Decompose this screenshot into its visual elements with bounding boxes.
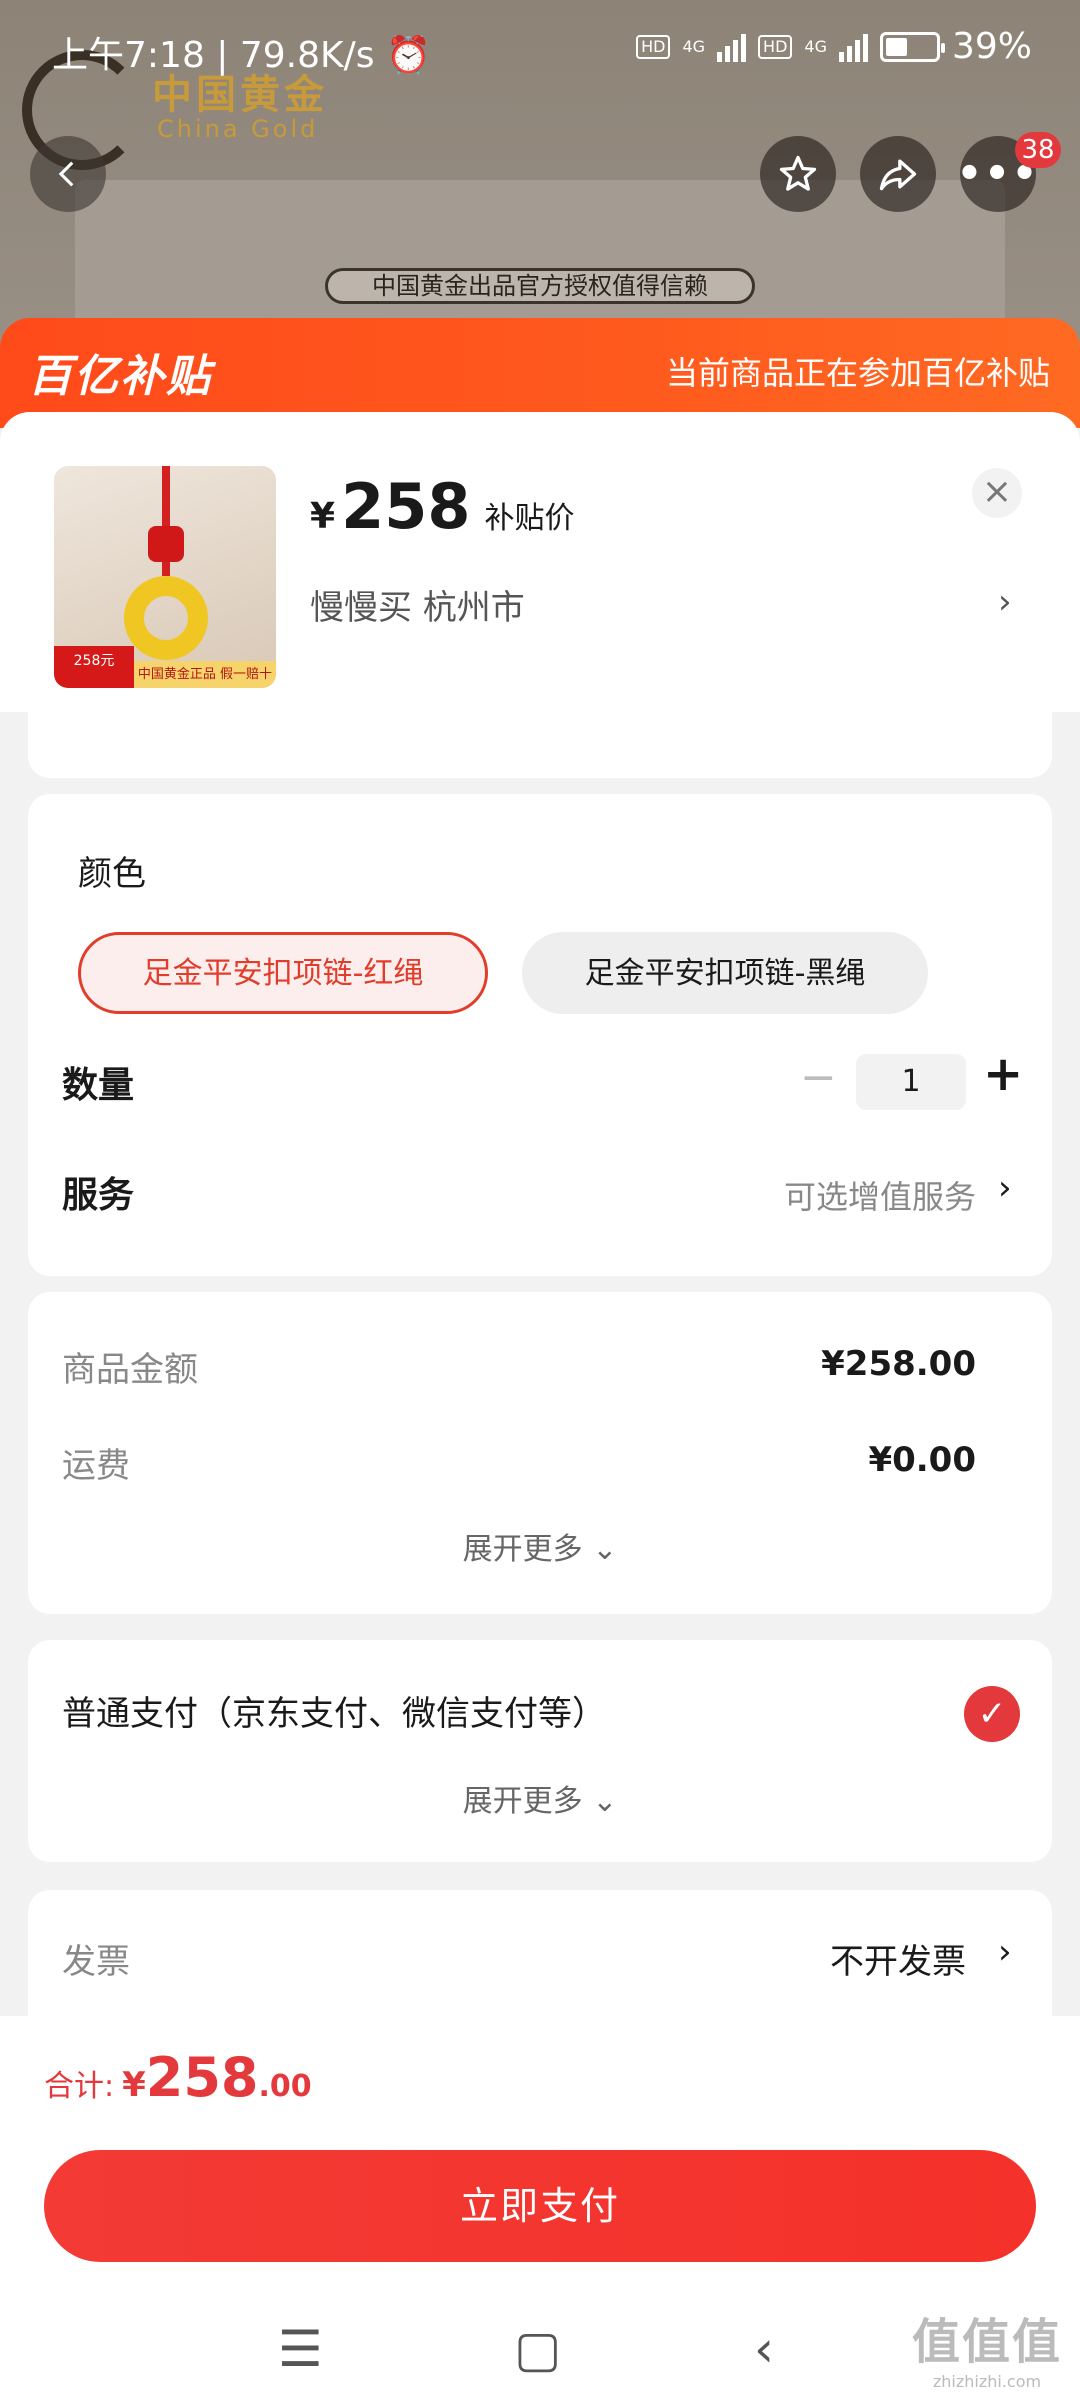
quantity-increase-button[interactable]: + (983, 1046, 1023, 1102)
price-value: 258 (341, 470, 471, 543)
chevron-down-icon: ⌄ (592, 1532, 618, 1567)
color-option-red-rope[interactable]: 足金平安扣项链-红绳 (78, 932, 488, 1014)
total-label: 合计: (44, 2069, 115, 2104)
total-row: 合计: ¥ 258 .00 (44, 2046, 312, 2109)
authorization-banner: 中国黄金出品官方授权值得信赖 (325, 268, 755, 304)
service-label: 服务 (62, 1175, 135, 1216)
battery-icon (879, 31, 945, 62)
alarm-icon: ⏰ (385, 35, 431, 76)
battery-level (885, 37, 907, 56)
goods-amount-label: 商品金额 (62, 1350, 198, 1390)
chevron-down-icon: ⌄ (592, 1784, 618, 1819)
hd-icon-2: HD (758, 34, 793, 59)
quantity-label: 数量 (62, 1065, 135, 1106)
check-icon[interactable]: ✓ (964, 1686, 1020, 1742)
chevron-right-icon[interactable]: › (998, 1168, 1012, 1208)
battery-percent: 39% (951, 26, 1032, 67)
invoice-label: 发票 (62, 1942, 130, 1982)
subsidy-notice: 当前商品正在参加百亿补贴 (665, 354, 1050, 392)
header-card-bottom (28, 712, 1052, 778)
payment-card: 普通支付（京东支付、微信支付等） ✓ 展开更多 ⌄ (28, 1640, 1052, 1862)
home-square-icon[interactable]: ▢ (514, 2320, 561, 2378)
close-button[interactable]: × (972, 468, 1022, 518)
network-type: 4G (682, 37, 706, 56)
spec-card: 颜色 足金平安扣项链-红绳 足金平安扣项链-黑绳 数量 − 1 + 服务 可选增… (28, 794, 1052, 1276)
signal-icon-2 (838, 32, 868, 62)
chevron-right-icon[interactable]: › (998, 582, 1012, 622)
payment-method-label[interactable]: 普通支付（京东支付、微信支付等） (62, 1686, 606, 1735)
back-button[interactable] (30, 136, 106, 212)
pay-now-button[interactable]: 立即支付 (44, 2150, 1036, 2262)
shipping-value: ¥0.00 (868, 1440, 976, 1480)
color-title: 颜色 (78, 854, 146, 894)
status-bar: 上午7:18 | 79.8K/s ⏰ HD 4G HD 4G 39% (0, 0, 1080, 100)
shipping-label: 运费 (62, 1446, 130, 1486)
product-header: 258元 中国黄金正品 假一赔十 ¥ 258 补贴价 × 慢慢买 杭州市 › (0, 412, 1080, 712)
amount-card: 商品金额 ¥258.00 运费 ¥0.00 展开更多 ⌄ (28, 1292, 1052, 1614)
expand-more-label: 展开更多 (462, 1532, 583, 1567)
service-value[interactable]: 可选增值服务 (784, 1172, 976, 1218)
chevron-left-icon (58, 161, 74, 187)
watermark-url: zhizhizhi.com (932, 2372, 1042, 2391)
subsidy-logo: 百亿补贴 (28, 351, 212, 402)
hd-icon: HD (636, 34, 671, 59)
network-type-2: 4G (804, 37, 827, 56)
watermark-logo: 值值值 (911, 2314, 1062, 2370)
favorite-button[interactable] (760, 136, 836, 212)
payment-expand-more[interactable]: 展开更多 ⌄ (28, 1776, 1052, 1820)
message-count-badge: 38 (1015, 132, 1061, 168)
status-time-speed: 上午7:18 | 79.8K/s ⏰ (52, 35, 431, 76)
expand-more-label: 展开更多 (462, 1784, 583, 1819)
back-arrow-icon[interactable]: ‹ (754, 2320, 774, 2378)
checkout-footer: 合计: ¥ 258 .00 立即支付 ☰ ▢ ‹ 值值值 zhizhizhi.c… (0, 2016, 1080, 2400)
thumb-pendant (124, 576, 208, 660)
total-decimal: .00 (258, 2069, 312, 2104)
price-currency: ¥ (310, 496, 336, 537)
share-button[interactable] (860, 136, 936, 212)
signal-icon (717, 32, 747, 62)
goods-amount-value: ¥258.00 (821, 1344, 976, 1384)
chevron-right-icon[interactable]: › (998, 1932, 1012, 1972)
menu-icon[interactable]: ☰ (278, 2320, 323, 2378)
price-tag: 补贴价 (484, 501, 575, 536)
price-row: ¥ 258 补贴价 (310, 470, 574, 543)
quantity-input[interactable]: 1 (856, 1054, 966, 1110)
delivery-address[interactable]: 慢慢买 杭州市 (310, 580, 525, 629)
total-integer: 258 (145, 2046, 259, 2109)
thumb-promo-strip: 中国黄金正品 假一赔十 (134, 661, 276, 688)
watermark: 值值值 zhizhizhi.com (912, 2302, 1062, 2391)
share-icon (879, 159, 917, 191)
quantity-decrease-button[interactable]: − (800, 1052, 837, 1103)
amount-expand-more[interactable]: 展开更多 ⌄ (28, 1524, 1052, 1568)
total-currency: ¥ (122, 2065, 146, 2105)
close-icon: × (981, 471, 1013, 512)
star-icon (779, 155, 817, 191)
invoice-value[interactable]: 不开发票 (830, 1934, 966, 1983)
thumb-knot (148, 526, 184, 562)
product-thumbnail[interactable]: 258元 中国黄金正品 假一赔十 (54, 466, 276, 688)
thumb-price-badge: 258元 (54, 646, 134, 688)
color-option-black-rope[interactable]: 足金平安扣项链-黑绳 (522, 932, 928, 1014)
brand-subtitle: China Gold (157, 115, 319, 143)
status-indicators: HD 4G HD 4G 39% (636, 26, 1032, 67)
